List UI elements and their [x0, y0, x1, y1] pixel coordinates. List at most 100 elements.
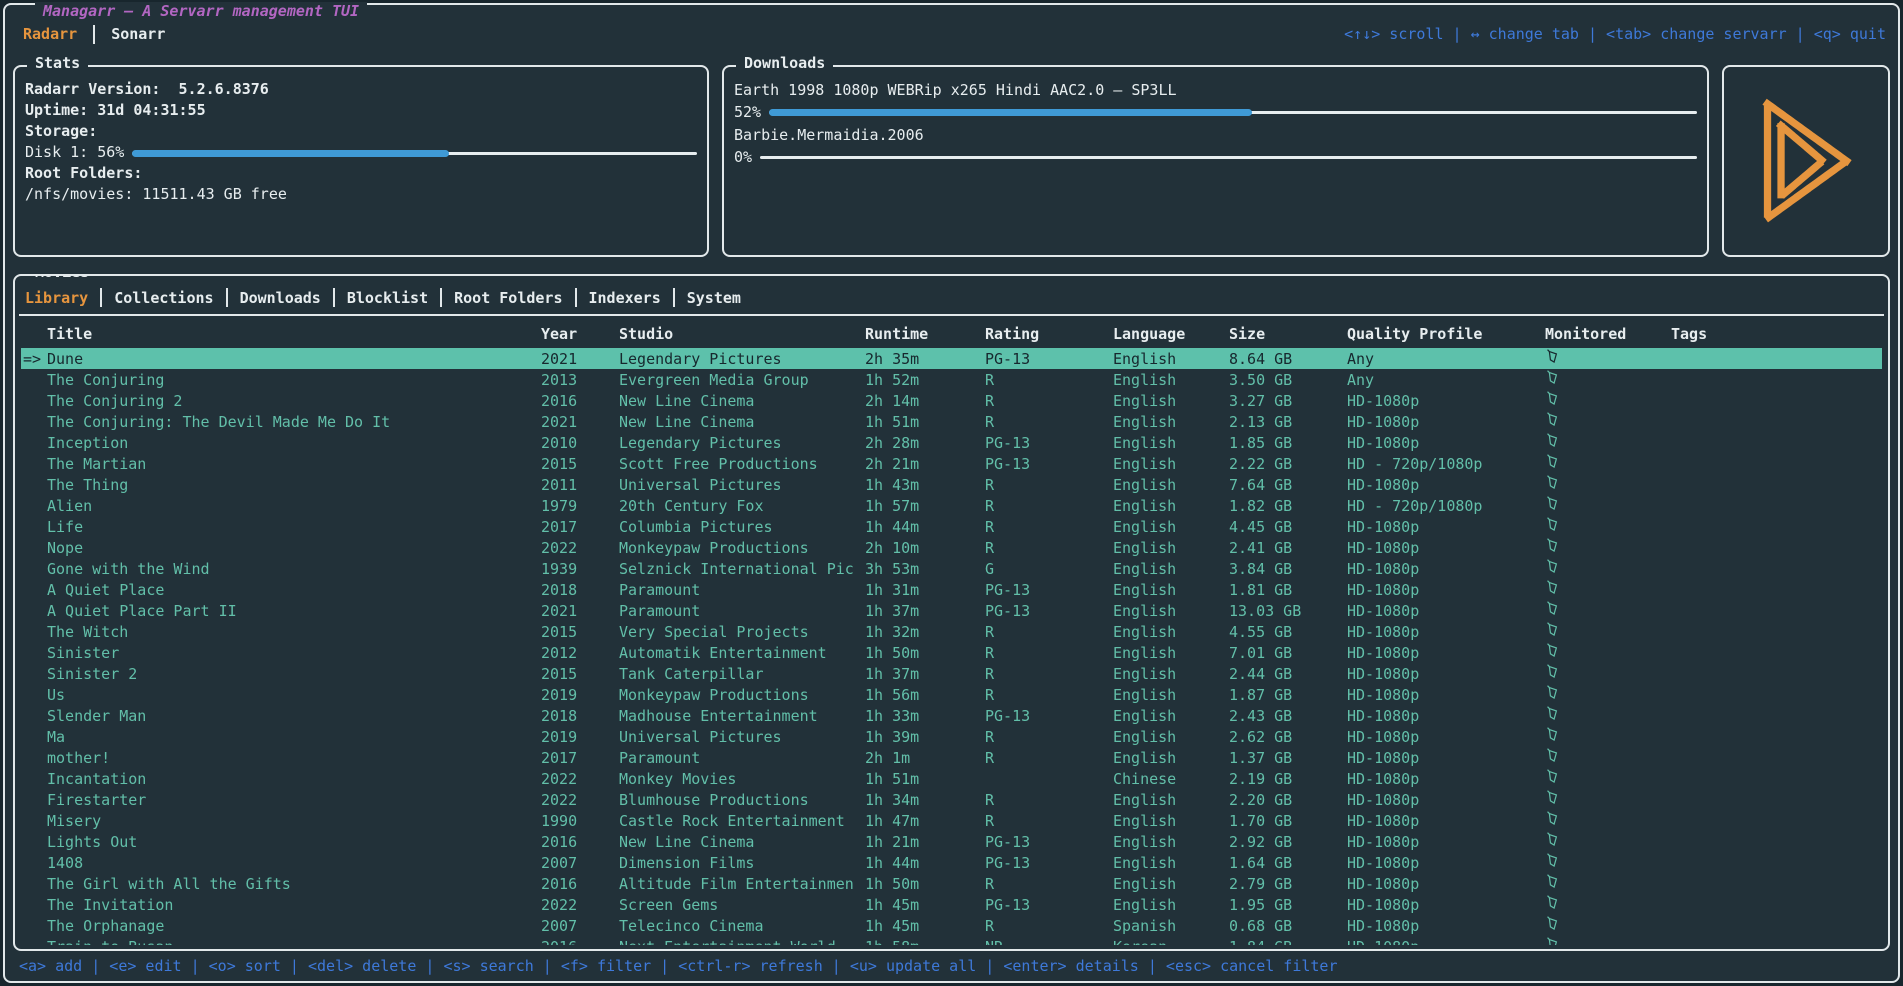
tab-separator: [333, 288, 335, 307]
cell-size: 4.45 GB: [1229, 518, 1347, 536]
cell-runtime: 1h 37m: [865, 665, 985, 683]
cell-rating: R: [985, 539, 1113, 557]
cell-year: 2015: [541, 665, 619, 683]
table-row[interactable]: A Quiet Place Part II2021Paramount1h 37m…: [21, 600, 1882, 621]
cell-rating: PG-13: [985, 854, 1113, 872]
table-row[interactable]: The Conjuring2013Evergreen Media Group1h…: [21, 369, 1882, 390]
cell-rating: R: [985, 749, 1113, 767]
cell-runtime: 1h 50m: [865, 875, 985, 893]
tab-library[interactable]: Library: [25, 289, 88, 307]
table-row[interactable]: Ma2019Universal Pictures1h 39mREnglish2.…: [21, 726, 1882, 747]
table-row[interactable]: Train to Busan2016Next Entertainment Wor…: [21, 936, 1882, 945]
cell-size: 0.68 GB: [1229, 917, 1347, 935]
monitored-bookmark-icon: [1545, 852, 1559, 869]
cell-language: English: [1113, 707, 1229, 725]
table-row[interactable]: =>Dune2021Legendary Pictures2h 35mPG-13E…: [21, 348, 1882, 369]
cell-year: 2016: [541, 392, 619, 410]
table-row[interactable]: Firestarter2022Blumhouse Productions1h 3…: [21, 789, 1882, 810]
movies-tab-bar: Library Collections Downloads Blocklist Root…: [19, 284, 1884, 316]
table-row[interactable]: The Orphanage2007Telecinco Cinema1h 45mR…: [21, 915, 1882, 936]
downloads-panel: Downloads Earth 1998 1080p WEBRip x265 H…: [722, 65, 1709, 257]
cell-runtime: 1h 52m: [865, 371, 985, 389]
table-row[interactable]: Slender Man2018Madhouse Entertainment1h …: [21, 705, 1882, 726]
tab-radarr[interactable]: Radarr: [19, 25, 81, 43]
table-row[interactable]: Inception2010Legendary Pictures2h 28mPG-…: [21, 432, 1882, 453]
tab-indexers[interactable]: Indexers: [589, 289, 661, 307]
tab-separator: [93, 25, 95, 44]
stats-rootfolder-value: /nfs/movies: 11511.43 GB free: [25, 184, 697, 205]
cell-quality: HD-1080p: [1347, 686, 1545, 704]
cell-studio: Madhouse Entertainment: [619, 707, 865, 725]
table-row[interactable]: Sinister2012Automatik Entertainment1h 50…: [21, 642, 1882, 663]
tab-separator: [440, 288, 442, 307]
table-row[interactable]: The Thing2011Universal Pictures1h 43mREn…: [21, 474, 1882, 495]
tab-sonarr[interactable]: Sonarr: [107, 25, 169, 43]
cell-title: Gone with the Wind: [47, 560, 541, 578]
cell-size: 2.41 GB: [1229, 539, 1347, 557]
cell-quality: HD-1080p: [1347, 539, 1545, 557]
table-row[interactable]: Misery1990Castle Rock Entertainment1h 47…: [21, 810, 1882, 831]
stats-rootfolders-label: Root Folders:: [25, 163, 697, 184]
row-pointer: =>: [21, 350, 47, 368]
cell-rating: R: [985, 812, 1113, 830]
table-row[interactable]: Alien197920th Century Fox1h 57mREnglish1…: [21, 495, 1882, 516]
cell-quality: HD-1080p: [1347, 602, 1545, 620]
cell-monitored: [1545, 579, 1671, 600]
table-row[interactable]: The Girl with All the Gifts2016Altitude …: [21, 873, 1882, 894]
table-row[interactable]: Life2017Columbia Pictures1h 44mREnglish4…: [21, 516, 1882, 537]
cell-studio: Altitude Film Entertainmen: [619, 875, 865, 893]
table-row[interactable]: 14082007Dimension Films1h 44mPG-13Englis…: [21, 852, 1882, 873]
monitored-bookmark-icon: [1545, 873, 1559, 890]
downloads-list: Earth 1998 1080p WEBRip x265 Hindi AAC2.…: [734, 79, 1697, 168]
cell-quality: HD-1080p: [1347, 833, 1545, 851]
table-body[interactable]: =>Dune2021Legendary Pictures2h 35mPG-13E…: [21, 348, 1882, 945]
cell-size: 3.27 GB: [1229, 392, 1347, 410]
cell-title: The Conjuring 2: [47, 392, 541, 410]
tab-downloads[interactable]: Downloads: [240, 289, 321, 307]
table-row[interactable]: The Martian2015Scott Free Productions2h …: [21, 453, 1882, 474]
table-row[interactable]: mother!2017Paramount2h 1mREnglish1.37 GB…: [21, 747, 1882, 768]
progress-fill: [769, 109, 1252, 116]
tab-root-folders[interactable]: Root Folders: [454, 289, 562, 307]
tab-collections[interactable]: Collections: [114, 289, 213, 307]
monitored-bookmark-icon: [1545, 390, 1559, 407]
cell-language: English: [1113, 728, 1229, 746]
cell-size: 2.13 GB: [1229, 413, 1347, 431]
cell-rating: R: [985, 791, 1113, 809]
cell-size: 1.95 GB: [1229, 896, 1347, 914]
tab-blocklist[interactable]: Blocklist: [347, 289, 428, 307]
cell-runtime: 1h 47m: [865, 812, 985, 830]
cell-title: Inception: [47, 434, 541, 452]
cell-year: 2018: [541, 581, 619, 599]
table-row[interactable]: Nope2022Monkeypaw Productions2h 10mREngl…: [21, 537, 1882, 558]
table-row[interactable]: The Invitation2022Screen Gems1h 45mPG-13…: [21, 894, 1882, 915]
table-row[interactable]: The Witch2015Very Special Projects1h 32m…: [21, 621, 1882, 642]
cell-studio: Castle Rock Entertainment: [619, 812, 865, 830]
column-header-size: Size: [1229, 325, 1347, 343]
tab-system[interactable]: System: [687, 289, 741, 307]
table-row[interactable]: A Quiet Place2018Paramount1h 31mPG-13Eng…: [21, 579, 1882, 600]
cell-size: 1.70 GB: [1229, 812, 1347, 830]
cell-year: 1939: [541, 560, 619, 578]
table-row[interactable]: Incantation2022Monkey Movies1h 51mChines…: [21, 768, 1882, 789]
cell-language: English: [1113, 791, 1229, 809]
cell-year: 2012: [541, 644, 619, 662]
table-row[interactable]: The Conjuring: The Devil Made Me Do It20…: [21, 411, 1882, 432]
table-row[interactable]: The Conjuring 22016New Line Cinema2h 14m…: [21, 390, 1882, 411]
monitored-bookmark-icon: [1545, 369, 1559, 386]
monitored-bookmark-icon: [1545, 453, 1559, 470]
tab-separator: [100, 288, 102, 307]
cell-title: The Witch: [47, 623, 541, 641]
cell-quality: HD-1080p: [1347, 728, 1545, 746]
cell-size: 1.82 GB: [1229, 497, 1347, 515]
table-row[interactable]: Sinister 22015Tank Caterpillar1h 37mREng…: [21, 663, 1882, 684]
cell-quality: HD-1080p: [1347, 560, 1545, 578]
table-row[interactable]: Gone with the Wind1939Selznick Internati…: [21, 558, 1882, 579]
column-header-title: Title: [47, 325, 541, 343]
cell-monitored: [1545, 642, 1671, 663]
cell-size: 2.20 GB: [1229, 791, 1347, 809]
table-row[interactable]: Lights Out2016New Line Cinema1h 21mPG-13…: [21, 831, 1882, 852]
logo-panel: [1722, 65, 1890, 257]
stats-panel-title: Stats: [27, 54, 88, 72]
table-row[interactable]: Us2019Monkeypaw Productions1h 56mREnglis…: [21, 684, 1882, 705]
